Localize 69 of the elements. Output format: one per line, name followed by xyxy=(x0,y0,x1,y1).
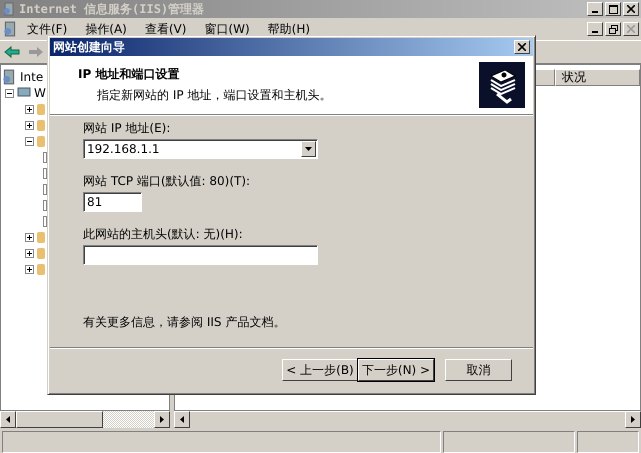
server-icon xyxy=(2,21,18,37)
folder-icon xyxy=(37,263,45,275)
dropdown-button[interactable] xyxy=(301,141,316,157)
page-icon xyxy=(43,216,47,226)
wizard-heading: IP 地址和端口设置 xyxy=(78,66,180,83)
folder-icon xyxy=(37,231,45,243)
down-triangle-icon xyxy=(305,147,312,151)
field-label: 网站 IP 地址(E): xyxy=(83,120,172,137)
close-icon xyxy=(627,25,635,33)
expand-toggle-icon[interactable] xyxy=(25,120,34,130)
port-input-field[interactable]: 81 xyxy=(83,192,142,212)
wizard-button[interactable]: < 上一步(B) xyxy=(282,359,358,381)
folder-icon xyxy=(37,103,45,115)
status-bar-panel xyxy=(577,431,639,453)
expand-toggle-icon[interactable] xyxy=(25,136,34,146)
wizard-button[interactable]: 取消 xyxy=(445,359,512,381)
close-icon xyxy=(518,43,526,51)
ip-address-dropdown[interactable]: 192.168.1.1 xyxy=(83,139,318,159)
info-note: 有关更多信息，请参阅 IIS 产品文档。 xyxy=(83,314,286,331)
back-arrow-icon[interactable] xyxy=(4,46,20,58)
scroll-right-button[interactable] xyxy=(625,411,641,428)
scroll-right-button[interactable] xyxy=(154,411,170,428)
menu-item[interactable]: 文件(F) xyxy=(18,20,76,38)
wizard-button[interactable]: 下一步(N) > xyxy=(358,359,434,381)
folder-icon xyxy=(37,247,45,259)
left-triangle-icon xyxy=(6,416,10,423)
host-header-input-field[interactable] xyxy=(83,245,318,265)
server-icon xyxy=(2,2,16,16)
page-icon xyxy=(43,200,47,210)
menu-item[interactable]: 帮助(H) xyxy=(258,20,320,38)
left-triangle-icon xyxy=(180,416,184,423)
field-label: 此网站的主机头(默认: 无)(H): xyxy=(83,226,244,243)
expand-toggle-icon[interactable] xyxy=(25,232,34,242)
minimize-button[interactable] xyxy=(587,22,603,36)
close-button[interactable] xyxy=(514,40,530,54)
close-icon xyxy=(627,5,635,13)
maximize-icon xyxy=(608,4,618,14)
wizard-subheading: 指定新网站的 IP 地址，端口设置和主机头。 xyxy=(96,87,332,104)
right-triangle-icon xyxy=(160,416,164,423)
scroll-left-button[interactable] xyxy=(0,411,16,428)
dialog-title: 网站创建向导 xyxy=(53,38,125,56)
folder-icon xyxy=(37,135,45,147)
page-icon xyxy=(43,184,47,194)
column-header[interactable]: 状况 xyxy=(555,69,640,86)
maximize-button[interactable] xyxy=(605,2,621,16)
menu-item[interactable]: 操作(A) xyxy=(76,20,136,38)
page-icon xyxy=(43,152,47,162)
folder-icon xyxy=(37,119,45,131)
window-title: Internet 信息服务(IIS)管理器 xyxy=(19,0,204,18)
expand-toggle-icon[interactable] xyxy=(25,104,34,114)
close-button[interactable] xyxy=(623,2,639,16)
collapse-toggle-icon[interactable] xyxy=(5,88,14,98)
minimize-button[interactable] xyxy=(587,2,603,16)
field-label: 网站 TCP 端口(默认值: 80)(T): xyxy=(83,173,252,190)
page-icon xyxy=(43,168,47,178)
expand-toggle-icon[interactable] xyxy=(25,264,34,274)
scrollbar-thumb[interactable] xyxy=(16,411,103,428)
close-button[interactable] xyxy=(623,22,639,36)
tree-item[interactable]: Inte xyxy=(20,70,44,84)
restore-button[interactable] xyxy=(605,22,621,36)
expand-toggle-icon[interactable] xyxy=(25,248,34,258)
restore-icon xyxy=(608,24,618,34)
tree-item[interactable]: W xyxy=(34,86,46,100)
menu-item[interactable]: 查看(V) xyxy=(136,20,196,38)
book-stack-icon xyxy=(479,62,525,108)
right-triangle-icon xyxy=(631,416,635,423)
menu-item[interactable]: 窗口(W) xyxy=(195,20,259,38)
scroll-left-button[interactable] xyxy=(174,411,190,428)
server-icon xyxy=(1,69,17,85)
